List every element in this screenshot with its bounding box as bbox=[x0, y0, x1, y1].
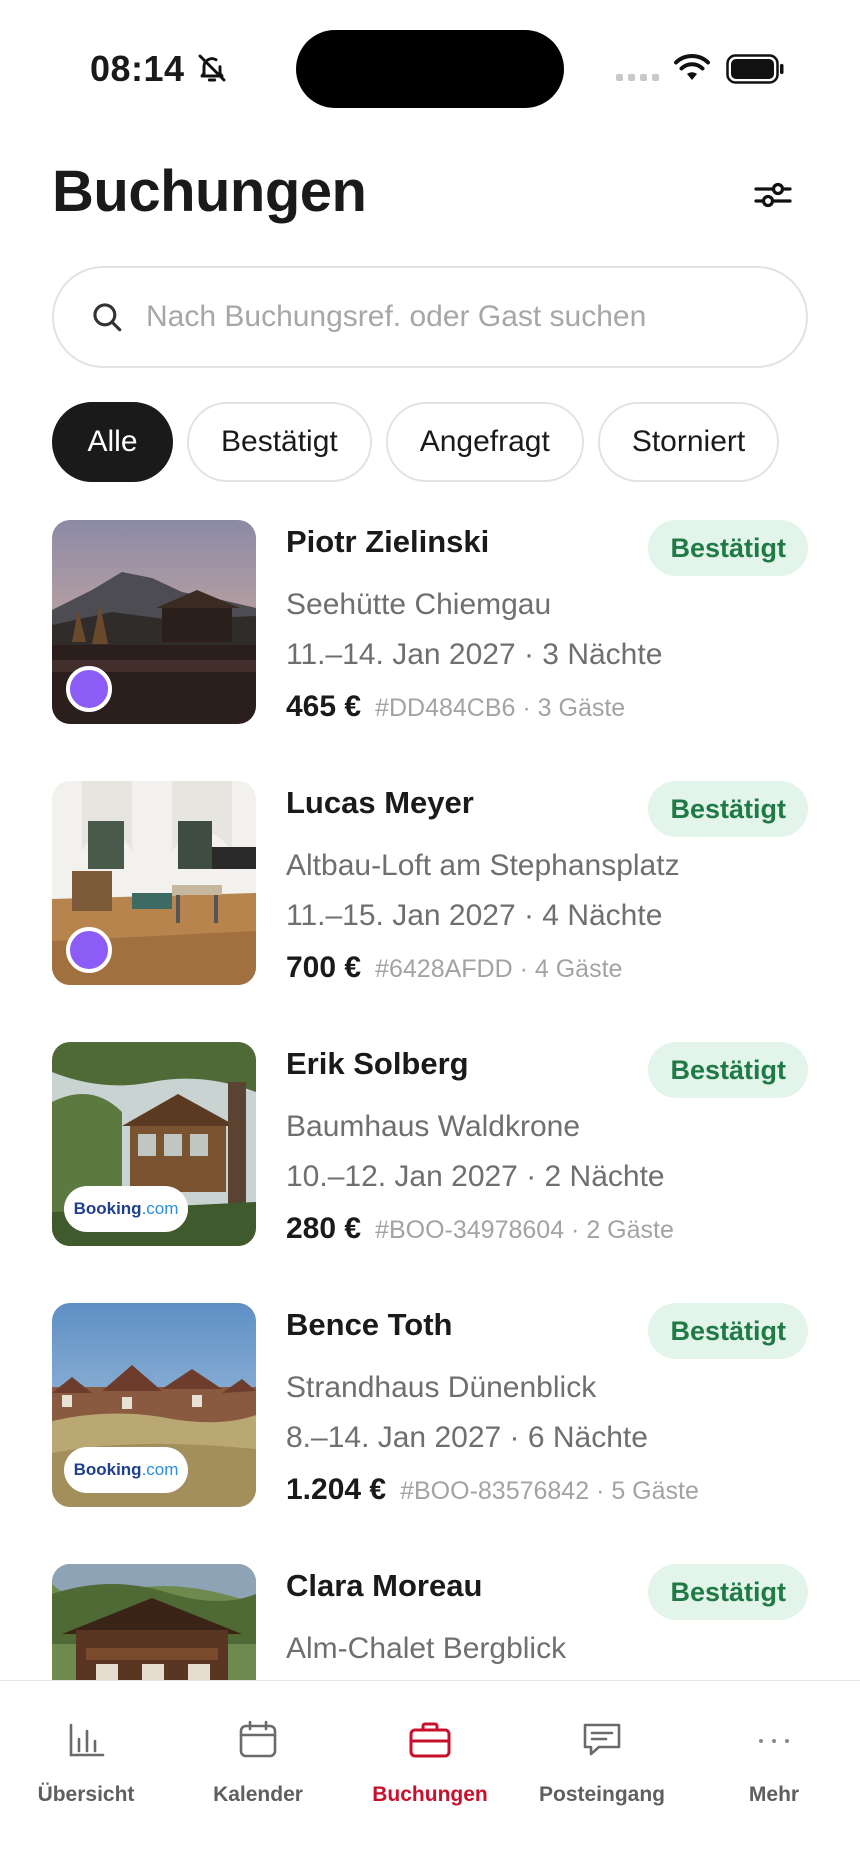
direct-booking-indicator bbox=[66, 927, 112, 973]
booking-item[interactable]: Lucas Meyer Bestätigt Altbau-Loft am Ste… bbox=[52, 781, 808, 987]
booking-price: 1.204 € bbox=[286, 1473, 387, 1506]
booking-dates: 11.–15. Jan 2027 · 4 Nächte bbox=[286, 899, 663, 932]
tab-label: Übersicht bbox=[37, 1783, 135, 1806]
booking-dates: 11.–14. Jan 2027 · 3 Nächte bbox=[286, 638, 663, 671]
booking-meta: #BOO-34978604 · 2 Gäste bbox=[375, 1216, 674, 1244]
booking-list: Piotr Zielinski Bestätigt Seehütte Chiem… bbox=[0, 520, 860, 1680]
filter-chip-angefragt[interactable]: Angefragt bbox=[385, 402, 584, 482]
status-badge: Bestätigt bbox=[648, 520, 808, 576]
booking-com-badge: Booking .com bbox=[64, 1447, 188, 1493]
tab-label: Mehr bbox=[748, 1783, 800, 1806]
booking-item[interactable]: Clara Moreau Bestätigt Alm-Chalet Bergbl… bbox=[52, 1564, 808, 1680]
tab-uebersicht[interactable]: Übersicht bbox=[0, 1717, 172, 1807]
booking-price: 700 € bbox=[286, 951, 362, 984]
property-name: Altbau-Loft am Stephansplatz bbox=[286, 849, 680, 882]
filter-chip-bestaetigt[interactable]: Bestätigt bbox=[187, 402, 372, 482]
status-badge: Bestätigt bbox=[648, 781, 808, 837]
tab-label: Kalender bbox=[213, 1783, 303, 1806]
property-name: Seehütte Chiemgau bbox=[286, 588, 552, 621]
briefcase-icon bbox=[409, 1722, 451, 1758]
chat-icon bbox=[583, 1723, 621, 1756]
filter-settings-icon[interactable] bbox=[748, 170, 798, 220]
booking-meta: #BOO-83576842 · 5 Gäste bbox=[400, 1477, 699, 1505]
guest-name: Lucas Meyer bbox=[286, 785, 474, 820]
dynamic-island bbox=[296, 30, 564, 108]
status-time: 08:14 bbox=[90, 48, 185, 89]
booking-meta: #6428AFDD · 4 Gäste bbox=[375, 955, 623, 983]
property-photo bbox=[52, 520, 256, 724]
more-icon bbox=[759, 1739, 789, 1743]
battery-icon bbox=[726, 54, 784, 84]
property-name: Strandhaus Dünenblick bbox=[286, 1371, 597, 1404]
guest-name: Bence Toth bbox=[286, 1307, 453, 1342]
property-photo: Booking .com bbox=[52, 1042, 256, 1246]
price-line: 700 € #6428AFDD · 4 Gäste bbox=[286, 951, 622, 985]
booking-dates: 8.–14. Jan 2027 · 6 Nächte bbox=[286, 1421, 648, 1454]
bar-chart-icon bbox=[69, 1723, 105, 1757]
price-line: 465 € #DD484CB6 · 3 Gäste bbox=[286, 690, 625, 724]
search-bar[interactable] bbox=[52, 266, 808, 368]
booking-com-badge: Booking .com bbox=[64, 1186, 188, 1232]
status-badge: Bestätigt bbox=[648, 1042, 808, 1098]
booking-price: 280 € bbox=[286, 1212, 362, 1245]
guest-name: Piotr Zielinski bbox=[286, 524, 490, 559]
search-icon bbox=[93, 303, 122, 332]
calendar-icon bbox=[239, 1720, 277, 1758]
booking-price: 465 € bbox=[286, 690, 362, 723]
property-photo: Booking .com bbox=[52, 1303, 256, 1507]
tab-buchungen[interactable]: Buchungen bbox=[344, 1717, 516, 1807]
wifi-icon bbox=[674, 54, 710, 80]
booking-item[interactable]: Piotr Zielinski Bestätigt Seehütte Chiem… bbox=[52, 520, 808, 726]
tab-label: Buchungen bbox=[372, 1783, 488, 1806]
tab-mehr[interactable]: Mehr bbox=[688, 1717, 860, 1807]
tab-label: Posteingang bbox=[538, 1783, 665, 1806]
status-badge: Bestätigt bbox=[648, 1564, 808, 1620]
price-line: 280 € #BOO-34978604 · 2 Gäste bbox=[286, 1212, 674, 1246]
booking-dates: 10.–12. Jan 2027 · 2 Nächte bbox=[286, 1160, 665, 1193]
direct-booking-indicator bbox=[66, 666, 112, 712]
booking-item[interactable]: Booking .com Bence Toth Bestätigt Strandh… bbox=[52, 1303, 808, 1509]
guest-name: Clara Moreau bbox=[286, 1568, 483, 1603]
booking-meta: #DD484CB6 · 3 Gäste bbox=[375, 694, 626, 722]
price-line: 1.204 € #BOO-83576842 · 5 Gäste bbox=[286, 1473, 699, 1507]
status-badge: Bestätigt bbox=[648, 1303, 808, 1359]
property-name: Alm-Chalet Bergblick bbox=[286, 1632, 567, 1665]
status-filter-chips: Alle Bestätigt Angefragt Storniert bbox=[52, 402, 808, 486]
guest-name: Erik Solberg bbox=[286, 1046, 469, 1081]
cellular-signal-icon bbox=[616, 74, 659, 81]
property-photo bbox=[52, 1564, 256, 1680]
page-title: Buchungen bbox=[52, 159, 367, 224]
property-name: Baumhaus Waldkrone bbox=[286, 1110, 581, 1143]
bell-muted-icon bbox=[198, 54, 226, 82]
search-input[interactable] bbox=[146, 300, 746, 334]
filter-chip-alle[interactable]: Alle bbox=[52, 402, 173, 482]
property-photo bbox=[52, 781, 256, 985]
booking-item[interactable]: Booking .com Erik Solberg Bestätigt Baumh… bbox=[52, 1042, 808, 1248]
bottom-tab-bar: Übersicht Kalender Buchungen Posteingang… bbox=[0, 1680, 860, 1870]
status-bar: 08:14 bbox=[0, 0, 860, 130]
tab-kalender[interactable]: Kalender bbox=[172, 1717, 344, 1807]
filter-chip-storniert[interactable]: Storniert bbox=[597, 402, 780, 482]
tab-posteingang[interactable]: Posteingang bbox=[516, 1717, 688, 1807]
